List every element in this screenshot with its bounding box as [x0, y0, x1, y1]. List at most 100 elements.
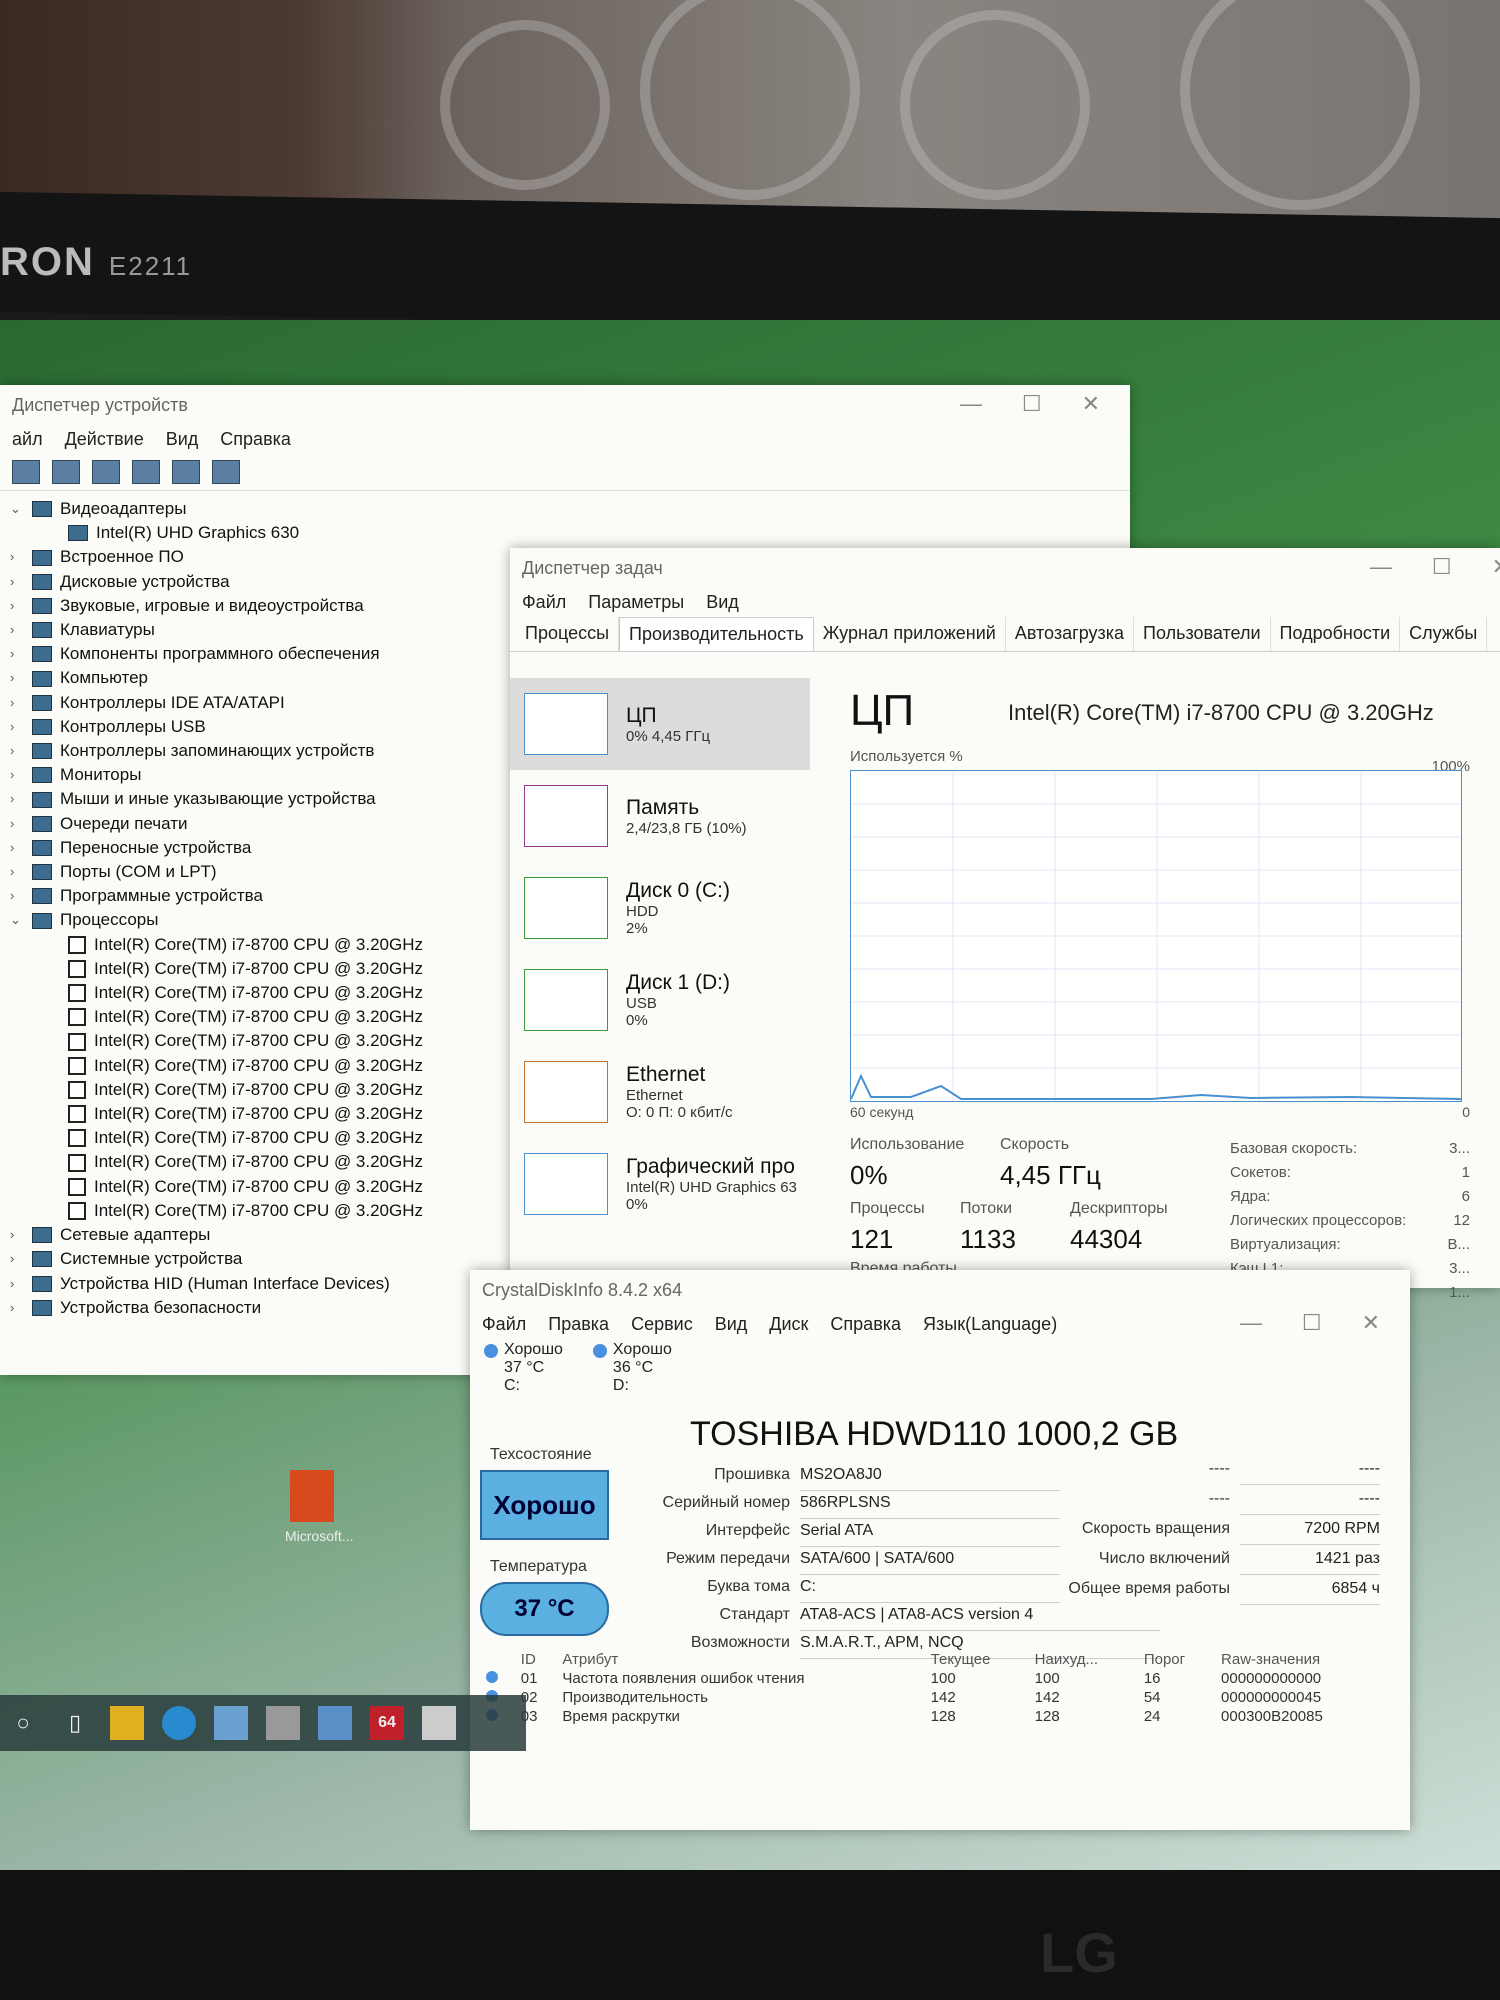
device-category-icon: [32, 549, 52, 566]
crystaldiskinfo-window[interactable]: CrystalDiskInfo 8.4.2 x64 — ☐ ✕ Файл Правка…: [470, 1270, 1410, 1830]
smart-row[interactable]: 02 Производительность 142 142 54 000000000045: [480, 1688, 1380, 1707]
app-icon[interactable]: [214, 1706, 248, 1740]
forward-icon[interactable]: [52, 460, 80, 484]
smart-header[interactable]: Текущее: [925, 1650, 1029, 1669]
chevron-icon[interactable]: ›: [10, 594, 32, 618]
menu-item[interactable]: Файл: [522, 592, 566, 613]
chevron-icon[interactable]: ›: [10, 666, 32, 690]
chevron-icon[interactable]: ›: [10, 715, 32, 739]
menu-item[interactable]: Язык(Language): [923, 1314, 1057, 1335]
sidebar-item[interactable]: Ethernet Ethernet О: 0 П: 0 кбит/с: [510, 1046, 810, 1138]
smart-header[interactable]: ID: [515, 1650, 557, 1669]
close-icon[interactable]: ✕: [1362, 1310, 1380, 1336]
processor-label: Intel(R) Core(TM) i7-8700 CPU @ 3.20GHz: [94, 1031, 424, 1051]
menu-item[interactable]: Действие: [65, 429, 144, 450]
sidebar-item[interactable]: Диск 0 (C:) HDD 2%: [510, 862, 810, 954]
minimize-icon[interactable]: —: [1370, 554, 1392, 580]
view-icon[interactable]: [172, 460, 200, 484]
device-category-icon: [32, 694, 52, 711]
task-view-icon[interactable]: ▯: [58, 1706, 92, 1740]
minimize-icon[interactable]: —: [1240, 1310, 1262, 1336]
crystaldiskinfo-icon[interactable]: [422, 1706, 456, 1740]
tab[interactable]: Автозагрузка: [1006, 617, 1135, 651]
menu-item[interactable]: Справка: [830, 1314, 901, 1335]
chevron-icon[interactable]: ›: [10, 691, 32, 715]
maximize-icon[interactable]: ☐: [1432, 554, 1452, 580]
chevron-icon[interactable]: ›: [10, 739, 32, 763]
min-label: 0: [1462, 1104, 1470, 1120]
sidebar-item-sub: 0% 4,45 ГГц: [626, 727, 711, 745]
chevron-icon[interactable]: ›: [10, 545, 32, 569]
menu-item[interactable]: Файл: [482, 1314, 526, 1335]
sidebar-item-sub: О: 0 П: 0 кбит/с: [626, 1104, 733, 1121]
sidebar-item[interactable]: Диск 1 (D:) USB 0%: [510, 954, 810, 1046]
tab[interactable]: Процессы: [516, 617, 620, 651]
office-icon[interactable]: [290, 1470, 334, 1522]
smart-cell: 000000000045: [1221, 1689, 1322, 1706]
chevron-icon[interactable]: ›: [10, 884, 32, 908]
menu-item[interactable]: Диск: [769, 1314, 808, 1335]
tab[interactable]: Службы: [1400, 617, 1488, 651]
menu-item[interactable]: Сервис: [631, 1314, 693, 1335]
task-manager-icon[interactable]: [318, 1706, 352, 1740]
device-category-icon: [32, 1275, 52, 1292]
edge-icon[interactable]: [162, 1706, 196, 1740]
chevron-icon[interactable]: ›: [10, 642, 32, 666]
menu-item[interactable]: айл: [12, 429, 43, 450]
menu-item[interactable]: Параметры: [588, 592, 684, 613]
close-icon[interactable]: ✕: [1082, 391, 1100, 417]
smart-header[interactable]: Наихуд...: [1029, 1650, 1138, 1669]
minimize-icon[interactable]: —: [960, 391, 982, 417]
chevron-icon[interactable]: ›: [10, 836, 32, 860]
chevron-icon[interactable]: ›: [10, 618, 32, 642]
smart-header[interactable]: Атрибут: [556, 1650, 924, 1669]
task-manager-window[interactable]: Диспетчер задач — ☐ ✕ Файл Параметры Вид Про…: [510, 548, 1500, 1301]
tab[interactable]: Журнал приложений: [814, 617, 1006, 651]
properties-icon[interactable]: [92, 460, 120, 484]
sidebar-item[interactable]: Память 2,4/23,8 ГБ (10%): [510, 770, 810, 862]
chevron-icon[interactable]: ⌄: [10, 497, 32, 521]
device-item[interactable]: Intel(R) UHD Graphics 630: [10, 521, 1120, 545]
sidebar-item[interactable]: Графический про Intel(R) UHD Graphics 63 0…: [510, 1138, 810, 1230]
menu-item[interactable]: Вид: [706, 592, 739, 613]
tab[interactable]: Пользователи: [1134, 617, 1271, 651]
app-icon[interactable]: [266, 1706, 300, 1740]
menu-item[interactable]: Вид: [166, 429, 199, 450]
maximize-icon[interactable]: ☐: [1022, 391, 1042, 417]
smart-header[interactable]: Порог: [1138, 1650, 1215, 1669]
chevron-icon[interactable]: ›: [10, 1223, 32, 1247]
menu-item[interactable]: Правка: [548, 1314, 609, 1335]
sidebar-item[interactable]: ЦП 0% 4,45 ГГц: [510, 678, 810, 770]
field-label: Буква тома: [707, 1578, 790, 1595]
chevron-icon[interactable]: ›: [10, 1296, 32, 1320]
explorer-icon[interactable]: [110, 1706, 144, 1740]
help-icon[interactable]: [132, 460, 160, 484]
aida64-icon[interactable]: 64: [370, 1706, 404, 1740]
chevron-icon[interactable]: ›: [10, 860, 32, 884]
monitor-icon[interactable]: [212, 460, 240, 484]
search-icon[interactable]: ○: [6, 1706, 40, 1740]
chevron-icon[interactable]: ⌄: [10, 908, 32, 932]
chevron-icon[interactable]: ›: [10, 1247, 32, 1271]
back-icon[interactable]: [12, 460, 40, 484]
chevron-icon[interactable]: ›: [10, 570, 32, 594]
drive-tab[interactable]: Хорошо 36 °C D:: [592, 1341, 672, 1395]
close-icon[interactable]: ✕: [1492, 554, 1500, 580]
drive-tab[interactable]: Хорошо 37 °C C:: [484, 1341, 563, 1395]
tab[interactable]: Подробности: [1271, 617, 1401, 651]
smart-header[interactable]: Raw-значения: [1215, 1650, 1380, 1669]
field-value: 586RPLSNS: [800, 1494, 1060, 1519]
chevron-icon[interactable]: ›: [10, 812, 32, 836]
chevron-icon[interactable]: ›: [10, 787, 32, 811]
smart-row[interactable]: 03 Время раскрутки 128 128 24 000300B20085: [480, 1707, 1380, 1726]
menu-item[interactable]: Вид: [715, 1314, 748, 1335]
menu-item[interactable]: Справка: [220, 429, 291, 450]
tab[interactable]: Производительность: [619, 617, 814, 651]
processor-icon: [68, 1177, 86, 1196]
smart-row[interactable]: 01 Частота появления ошибок чтения 100 100 1…: [480, 1669, 1380, 1688]
chevron-icon[interactable]: ›: [10, 1272, 32, 1296]
chevron-icon[interactable]: ›: [10, 763, 32, 787]
health-status-button[interactable]: Хорошо: [480, 1470, 609, 1540]
device-category[interactable]: ⌄ Видеоадаптеры: [10, 497, 1120, 521]
maximize-icon[interactable]: ☐: [1302, 1310, 1322, 1336]
